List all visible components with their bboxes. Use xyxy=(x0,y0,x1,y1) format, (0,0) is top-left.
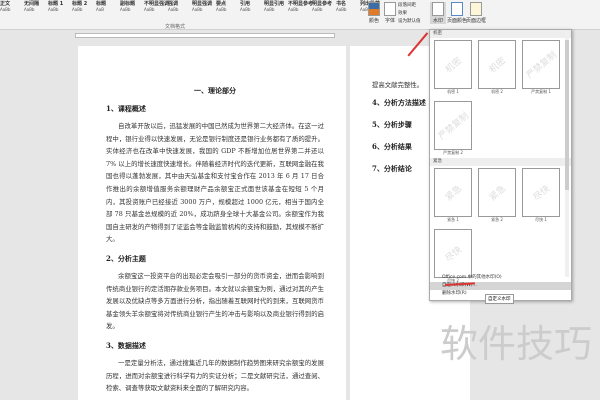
watermark-thumbnail[interactable]: 紧急紧急 1 xyxy=(434,168,472,223)
page-borders-icon xyxy=(470,2,482,16)
style-item[interactable]: 不明显强调 AaBb xyxy=(144,1,170,20)
menu-item-more-watermarks[interactable]: Office.com 中的其他水印(O) xyxy=(430,274,571,282)
fonts-icon xyxy=(384,2,396,16)
style-item[interactable]: 明显强调 AaBb xyxy=(192,2,213,20)
page-borders-label: 页面边框 xyxy=(466,18,487,24)
style-item[interactable]: 无间隔 AaBb xyxy=(24,2,45,20)
overlay-watermark: 软件技巧 xyxy=(440,322,593,366)
style-item[interactable]: 标题 2 AaBb xyxy=(72,2,93,20)
page-borders-button[interactable]: 页面边框 xyxy=(466,2,486,24)
paragraph: 余额宝这一投资平台的出现必定会吸引一部分的货币资金，进而会影响到传统商业银行的定… xyxy=(106,271,324,331)
thumbnail-preview: 尽快 xyxy=(522,168,560,217)
thumbnail-preview: 机密 xyxy=(434,40,472,89)
style-item[interactable]: 书名 AaBb xyxy=(336,2,357,20)
preview-text: 严禁复制 xyxy=(436,111,471,143)
style-item[interactable]: 引用 AaBb xyxy=(240,2,261,20)
style-item[interactable]: 不明显参考 AaBb xyxy=(288,1,314,20)
style-label: 强调 xyxy=(168,1,179,7)
watermark-button[interactable]: 水印 xyxy=(430,2,446,24)
thumbnail-preview: 机密 xyxy=(478,40,516,89)
section-heading: 2、分析主题 xyxy=(106,253,146,263)
section-header-urgent: 紧急 xyxy=(430,158,571,166)
group-label: 文档格式 xyxy=(165,24,186,30)
thumbnail-label: 紧急 1 xyxy=(447,217,459,222)
style-item[interactable]: 副标题 AaBb xyxy=(120,2,141,20)
style-label: 引用 xyxy=(240,1,251,7)
thumbnail-label: 严禁复制 1 xyxy=(531,89,551,94)
thumbnail-preview: 紧急 xyxy=(434,168,472,217)
preview-text: 严禁复制 xyxy=(524,50,559,82)
effects-button[interactable]: 效果 xyxy=(398,10,407,16)
thumbnail-preview: 严禁复制 xyxy=(434,101,472,150)
watermark-thumbnail[interactable]: 尽快尽快 1 xyxy=(522,168,560,223)
style-label: 标题 2 xyxy=(72,1,88,7)
tooltip: 自定义水印 xyxy=(485,294,514,304)
preview-text: 机密 xyxy=(487,56,509,76)
style-gallery: 正文 AaBb 无间隔 AaBb 标题 1 AaBb 标题 2 AaBb 标题 AaB 副… xyxy=(0,2,381,20)
style-label: 副标题 xyxy=(120,1,136,7)
set-default-button[interactable]: 设为默认值 xyxy=(398,18,421,24)
colors-label: 颜色 xyxy=(368,18,379,24)
scrollbar[interactable] xyxy=(565,32,569,277)
watermark-thumbnail[interactable]: 严禁复制严禁复制 1 xyxy=(522,40,560,95)
style-label: 明显参考 xyxy=(312,1,333,7)
thumbnail-preview: 尽快 xyxy=(434,229,472,278)
style-label: 标题 1 xyxy=(48,1,64,7)
colors-button[interactable]: 颜色 xyxy=(368,2,380,24)
preview-text: 尽快 xyxy=(443,245,465,265)
document-page-1[interactable]: 一、理论部分 1、课程概述 自改革开放以后，迅猛发展的中国已然成为世界第二大经济… xyxy=(78,46,346,400)
style-label: 标题 xyxy=(96,1,107,7)
style-label: 不明显强调 xyxy=(144,1,170,7)
thumbnail-preview: 紧急 xyxy=(478,168,516,217)
ruler[interactable] xyxy=(75,33,335,38)
watermark-thumbnail[interactable]: 紧急紧急 2 xyxy=(478,168,516,223)
preview-text: 紧急 xyxy=(487,184,509,204)
thumbnail-label: 尽快 1 xyxy=(535,217,547,222)
style-label: 书名 xyxy=(336,1,347,7)
thumbnail-label: 紧急 2 xyxy=(491,217,503,222)
style-item[interactable]: 要点 AaBb xyxy=(216,2,237,20)
style-item[interactable]: 明显参考 AaBb xyxy=(312,2,333,20)
style-label: 要点 xyxy=(216,1,227,7)
ribbon: 正文 AaBb 无间隔 AaBb 标题 1 AaBb 标题 2 AaBb 标题 AaB 副… xyxy=(0,0,600,30)
preview-text: 机密 xyxy=(443,56,465,76)
style-item[interactable]: 标题 1 AaBb xyxy=(48,2,69,20)
thumbnail-preview: 严禁复制 xyxy=(522,40,560,89)
style-label: 正文 xyxy=(0,1,11,7)
watermark-thumbnail[interactable]: 机密机密 1 xyxy=(434,40,472,95)
para-spacing-button[interactable]: 段落间距 xyxy=(398,2,416,8)
watermark-thumbnail[interactable]: 严禁复制严禁复制 2 xyxy=(434,101,472,156)
style-item[interactable]: 强调 AaBb xyxy=(168,2,189,20)
fonts-button[interactable]: 字体 xyxy=(384,2,396,24)
heading-1: 一、理论部分 xyxy=(194,86,236,95)
style-label: 明显强调 xyxy=(192,1,213,7)
thumbnail-label: 严禁复制 2 xyxy=(443,150,463,155)
watermark-dropdown: 机密 机密 机密 1 机密 机密 2 严禁复制 严禁复制 1 严禁复制 严禁复制 2 紧急 紧… xyxy=(429,29,572,301)
watermark-label: 水印 xyxy=(432,18,443,24)
style-item[interactable]: 明显引用 AaBb xyxy=(264,2,285,20)
style-label: 明显引用 xyxy=(264,1,285,7)
watermark-icon xyxy=(432,2,444,16)
preview-text: 尽快 xyxy=(531,184,553,204)
section-header-confidential: 机密 xyxy=(430,30,571,38)
style-item[interactable]: 标题 AaB xyxy=(96,2,117,20)
paragraph: 自改革开放以后，迅猛发展的中国已然成为世界第二大经济体。在这一过程中，银行业得以… xyxy=(106,122,324,244)
fonts-label: 字体 xyxy=(384,18,395,24)
thumbnail-label: 机密 2 xyxy=(491,89,503,94)
thumbnail-label: 机密 1 xyxy=(447,89,459,94)
paragraph: 一是定量分析法，通过搜集近几年的数据制作趋势图来研究余额宝的发展历程，进而对余额… xyxy=(106,358,324,393)
style-label: 不明显参考 xyxy=(288,1,314,7)
watermark-thumbnail[interactable]: 机密机密 2 xyxy=(478,40,516,95)
section-heading: 1、课程概述 xyxy=(106,104,146,113)
preview-text: 紧急 xyxy=(443,184,465,204)
page-color-label: 页面颜色 xyxy=(447,18,468,24)
style-item[interactable]: 正文 AaBb xyxy=(0,2,21,20)
colors-icon xyxy=(368,2,380,16)
page-color-button[interactable]: 页面颜色 xyxy=(447,2,467,24)
page-color-icon xyxy=(451,2,463,16)
section-heading: 3、数据描述 xyxy=(106,340,146,350)
style-label: 无间隔 xyxy=(24,1,40,7)
